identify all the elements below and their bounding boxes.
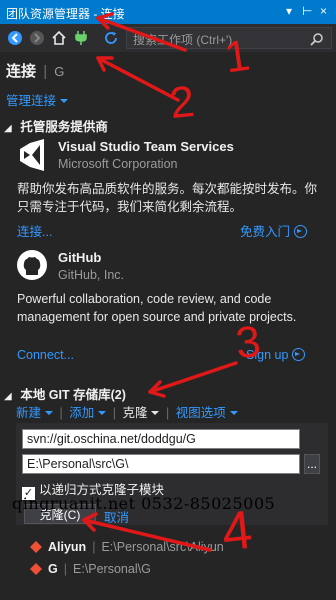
annotation-arrow-3 [148, 361, 238, 394]
annotation-number-3: 3 [233, 316, 263, 369]
annotation-arrow-1 [96, 16, 187, 52]
annotation-arrow-4 [82, 518, 212, 552]
annotation-number-2: 2 [167, 76, 197, 129]
annotation-number-4: 4 [218, 499, 256, 563]
annotation-arrow-2 [96, 56, 180, 102]
